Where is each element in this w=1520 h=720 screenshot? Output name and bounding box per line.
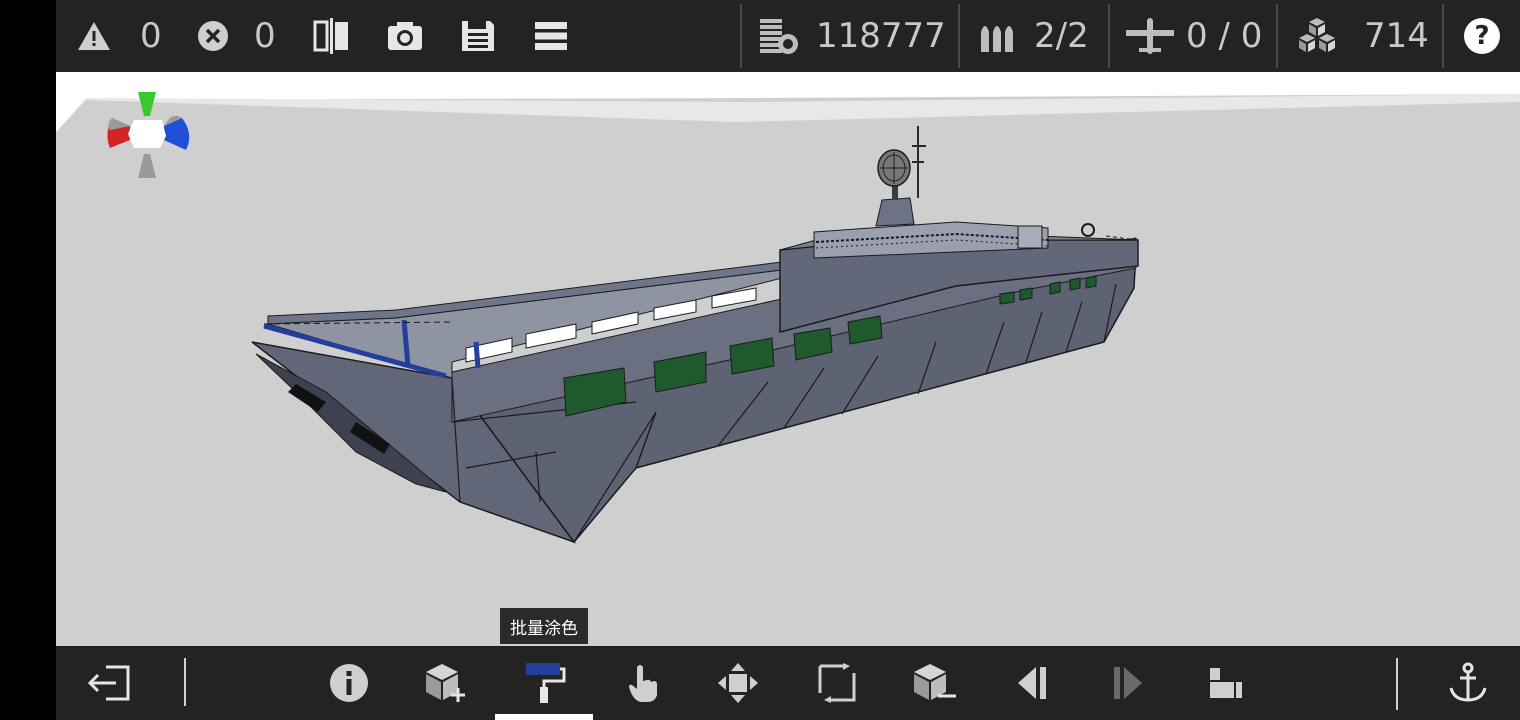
blocks-icon	[1299, 18, 1335, 52]
tool-tooltip: 批量涂色	[500, 608, 588, 644]
info-icon	[330, 664, 368, 702]
3d-viewport[interactable]	[56, 72, 1520, 646]
divider	[1442, 4, 1444, 68]
next-button[interactable]	[1080, 646, 1176, 720]
aircraft-value: 0 / 0	[1186, 16, 1263, 56]
horizon-line	[56, 94, 1520, 132]
ammo-icon	[981, 26, 1013, 52]
select-button[interactable]	[596, 646, 692, 720]
rotate-icon	[818, 663, 856, 703]
next-icon	[1114, 667, 1142, 699]
blocks-indicator: 714	[1296, 0, 1429, 72]
warnings-indicator[interactable]: 0	[76, 0, 162, 72]
mirror-button[interactable]	[312, 0, 352, 72]
prev-icon	[1018, 667, 1046, 699]
prev-button[interactable]	[984, 646, 1080, 720]
divider	[1276, 4, 1278, 68]
mirror-icon	[313, 18, 348, 54]
camera-icon	[388, 22, 422, 50]
divider	[958, 4, 960, 68]
move-icon	[718, 663, 758, 703]
help-button[interactable]: ?	[1464, 0, 1500, 72]
cost-indicator: 118777	[758, 0, 946, 72]
divider	[1396, 658, 1398, 710]
info-button[interactable]	[301, 646, 397, 720]
screenshot-button[interactable]	[386, 0, 424, 72]
divider	[740, 4, 742, 68]
camera-mode-icon	[1210, 668, 1242, 698]
warning-icon	[78, 22, 110, 50]
move-button[interactable]	[690, 646, 786, 720]
warnings-count: 0	[140, 16, 162, 56]
ship-model[interactable]	[251, 126, 1139, 544]
help-icon: ?	[1464, 18, 1500, 54]
add-block-button[interactable]	[398, 646, 494, 720]
menu-icon	[535, 22, 567, 50]
ammo-indicator: 2/2	[978, 0, 1089, 72]
remove-block-button[interactable]	[886, 646, 982, 720]
axis-gizmo[interactable]	[107, 92, 190, 178]
ship-scene	[56, 72, 1520, 544]
remove-block-icon	[914, 664, 956, 700]
save-button[interactable]	[460, 0, 496, 72]
errors-count: 0	[254, 16, 276, 56]
cost-icon	[760, 19, 798, 54]
camera-mode-button[interactable]	[1178, 646, 1274, 720]
menu-button[interactable]	[534, 0, 568, 72]
rotate-button[interactable]	[789, 646, 885, 720]
aircraft-indicator: 0 / 0	[1124, 0, 1262, 72]
divider	[184, 658, 186, 706]
blocks-value: 714	[1364, 16, 1429, 56]
errors-indicator[interactable]: 0	[196, 0, 276, 72]
error-icon	[198, 21, 228, 51]
paint-tool-button[interactable]	[496, 646, 592, 720]
exit-icon	[88, 665, 130, 701]
add-block-icon	[426, 664, 465, 702]
top-toolbar: 0 0 118777 2/2 0 / 0 714 ?	[56, 0, 1520, 72]
anchor-button[interactable]	[1420, 646, 1516, 720]
aircraft-icon	[1126, 18, 1174, 54]
active-tool-indicator	[495, 714, 593, 720]
anchor-icon	[1449, 662, 1487, 702]
divider	[1108, 4, 1110, 68]
select-hand-icon	[629, 665, 657, 702]
save-icon	[462, 21, 494, 51]
cost-value: 118777	[816, 16, 946, 56]
ammo-value: 2/2	[1034, 16, 1089, 56]
exit-button[interactable]	[62, 646, 158, 720]
bottom-toolbar	[56, 646, 1520, 720]
paint-roller-icon	[526, 663, 566, 703]
left-edge	[0, 0, 56, 720]
